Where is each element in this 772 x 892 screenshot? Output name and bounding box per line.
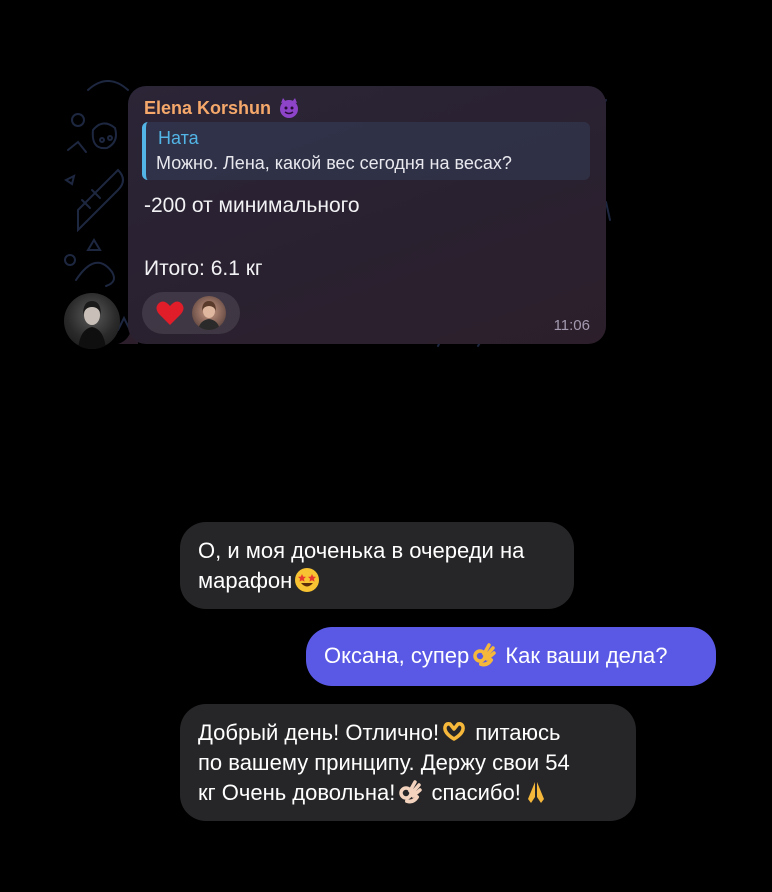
message-text-line: Добрый день! Отлично! питаюсь [198, 720, 561, 745]
ok-hand-light-emoji-icon [399, 780, 423, 804]
reactor-avatar [192, 296, 226, 330]
outgoing-message-bubble[interactable]: Оксана, супер Как ваши дела? [306, 627, 716, 686]
incoming-message-bubble[interactable]: О, и моя доченька в очереди на марафон [180, 522, 574, 609]
sender-name[interactable]: Elena Korshun [144, 96, 301, 120]
telegram-message-bubble[interactable]: Elena Korshun Ната Можно. Лена, какой ве… [128, 86, 606, 344]
incoming-message-bubble[interactable]: Добрый день! Отлично! питаюсь по вашему … [180, 704, 636, 821]
message-text-line: О, и моя доченька в очереди на [198, 538, 525, 563]
red-heart-icon [156, 301, 184, 325]
message-text-line: кг Очень довольна! спасибо! [198, 778, 618, 808]
message-text-line: по вашему принципу. Держу свои 54 [198, 750, 570, 775]
ok-hand-emoji-icon [473, 643, 496, 667]
avatar-photo-icon [78, 301, 106, 349]
reaction-bar[interactable] [142, 292, 240, 334]
message-text-line: Итого: 6.1 кг [144, 257, 263, 280]
star-struck-emoji-icon [295, 568, 320, 592]
heart-hands-emoji-icon [443, 722, 465, 741]
message-text-line: -200 от минимального [144, 194, 360, 217]
purple-devil-emoji-icon [280, 98, 299, 118]
message-text-line: марафон [198, 566, 556, 596]
reply-author: Ната [158, 128, 199, 148]
avatar-photo-icon [198, 301, 220, 330]
message-time: 11:06 [553, 317, 590, 334]
reply-text: Можно. Лена, какой вес сегодня на весах? [156, 153, 512, 173]
folded-hands-emoji-icon [527, 782, 544, 803]
sender-avatar[interactable] [64, 293, 120, 349]
reply-quote[interactable]: Ната Можно. Лена, какой вес сегодня на в… [142, 122, 590, 180]
message-text-line: Оксана, супер Как ваши дела? [324, 643, 668, 668]
